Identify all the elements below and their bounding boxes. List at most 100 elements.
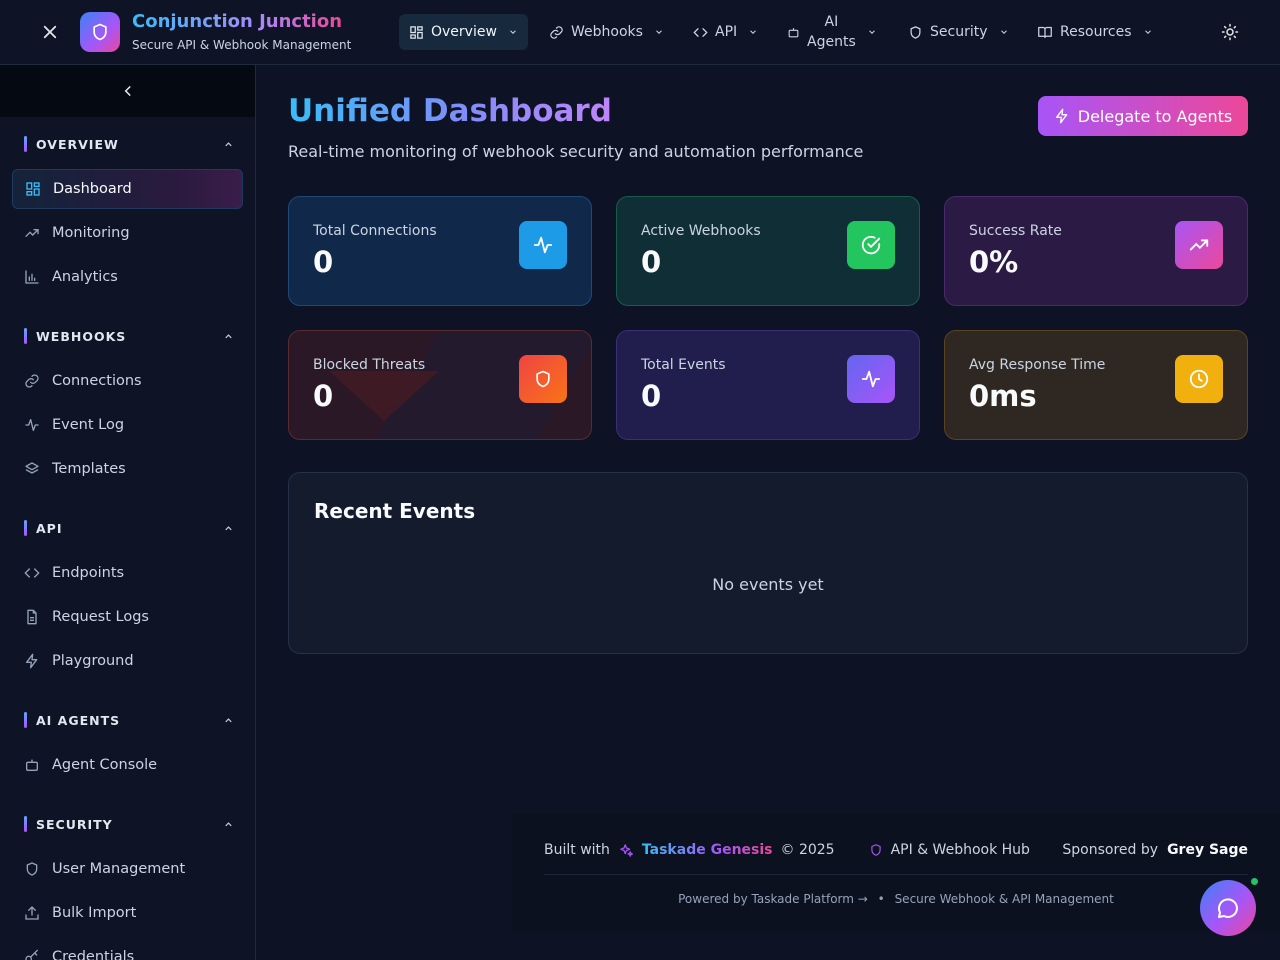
separator: • [877,892,885,906]
stat-value: 0 [641,245,662,279]
nav-overview[interactable]: Overview [399,14,528,50]
nav-label-line: AI [824,14,839,30]
nav-webhooks[interactable]: Webhooks [539,14,674,50]
bot-icon [26,759,38,771]
app-subtitle: Secure API & Webhook Management [132,38,352,52]
nav-label: Security [930,24,988,40]
shield-icon [870,844,881,856]
nav-security[interactable]: Security [898,14,1019,50]
sidebar-item-label: Playground [52,653,134,669]
stat-card-active-webhooks: Active Webhooks 0 [616,196,920,306]
nav-label-line: Agents [807,34,856,50]
stat-value: 0ms [969,379,1037,413]
bot-icon [788,27,799,37]
delegate-to-agents-button[interactable]: Delegate to Agents [1038,96,1248,136]
stat-label: Success Rate [969,223,1062,239]
link-icon [550,25,563,39]
sidebar-item-agent-console[interactable]: Agent Console [12,745,243,785]
nav-api[interactable]: API [683,14,768,50]
activity-icon [861,370,881,388]
chevron-up-icon [225,333,232,338]
file-text-icon [27,609,37,625]
stat-card-total-connections: Total Connections 0 [288,196,592,306]
sidebar-item-connections[interactable]: Connections [12,361,243,401]
shield-icon [93,23,107,41]
powered-by-link[interactable]: Powered by Taskade Platform → [678,892,868,906]
nav-resources[interactable]: Resources [1027,14,1163,50]
sidebar-item-credentials[interactable]: Credentials [12,937,243,960]
chat-button[interactable] [1200,880,1256,936]
online-indicator [1249,876,1260,887]
chevron-down-icon [656,30,662,34]
chevron-down-icon [868,30,875,34]
stat-icon-box [519,221,567,269]
nav-label: API [715,24,738,40]
stat-icon-box [1175,355,1223,403]
key-icon [25,949,38,960]
stat-value: 0% [969,245,1019,279]
recent-events-panel: Recent Events No events yet [288,472,1248,654]
stat-label: Avg Response Time [969,357,1106,373]
sidebar-item-user-management[interactable]: User Management [12,849,243,889]
delegate-label: Delegate to Agents [1077,106,1233,126]
sun-icon [1221,23,1239,41]
grid-icon [26,182,40,196]
footer: Built with Taskade Genesis © 2025 API & … [512,814,1280,932]
sidebar-section-ai-agents[interactable]: AI AGENTS [24,710,234,730]
sidebar-item-label: Endpoints [52,565,125,581]
sidebar-item-bulk-import[interactable]: Bulk Import [12,893,243,933]
chevron-down-icon [1000,30,1007,34]
sidebar-item-playground[interactable]: Playground [12,641,243,681]
stat-card-avg-response-time: Avg Response Time 0ms [944,330,1248,440]
clock-icon [1189,369,1209,389]
section-accent [24,136,27,152]
sidebar-item-dashboard[interactable]: Dashboard [12,169,243,209]
tagline: Secure Webhook & API Management [894,892,1114,906]
stat-card-blocked-threats: Blocked Threats 0 [288,330,592,440]
chevron-up-icon [225,141,232,146]
section-accent [24,328,27,344]
sidebar-item-label: Monitoring [52,225,130,241]
chevron-up-icon [225,717,232,722]
theme-toggle-button[interactable] [1216,18,1244,46]
nav-ai-agents[interactable]: AI Agents [777,10,887,54]
sidebar-item-request-logs[interactable]: Request Logs [12,597,243,637]
app-logo[interactable] [80,12,120,52]
shield-icon [26,862,38,876]
sidebar-item-event-log[interactable]: Event Log [12,405,243,445]
stat-card-total-events: Total Events 0 [616,330,920,440]
sidebar-section-api[interactable]: API [24,518,234,538]
sidebar-section-security[interactable]: SECURITY [24,814,234,834]
recent-events-title: Recent Events [314,499,476,523]
close-icon [43,25,57,39]
sidebar-item-label: User Management [52,861,186,877]
sidebar-item-endpoints[interactable]: Endpoints [12,553,243,593]
sidebar-item-label: Credentials [52,949,135,960]
sidebar-section-overview[interactable]: OVERVIEW [24,134,234,154]
nav-label: AI Agents [807,12,856,52]
stat-icon-box [847,355,895,403]
sidebar-section-webhooks[interactable]: WEBHOOKS [24,326,234,346]
sidebar-item-label: Templates [52,461,126,477]
shield-icon [536,370,550,388]
sidebar-collapse-button[interactable] [0,65,255,117]
code-icon [24,568,40,578]
hub-text: API & Webhook Hub [890,842,1030,858]
sidebar-item-monitoring[interactable]: Monitoring [12,213,243,253]
section-label: SECURITY [36,816,113,832]
sidebar-item-analytics[interactable]: Analytics [12,257,243,297]
sidebar-item-templates[interactable]: Templates [12,449,243,489]
nav-label: Overview [431,24,497,40]
section-label: WEBHOOKS [36,328,127,344]
section-accent [24,712,27,728]
page-subtitle: Real-time monitoring of webhook security… [288,142,864,161]
taskade-genesis-link[interactable]: Taskade Genesis [642,842,773,858]
stat-label: Total Connections [313,223,437,239]
sidebar-item-label: Event Log [52,417,125,433]
sponsor-link[interactable]: Grey Sage [1167,842,1248,858]
close-button[interactable] [36,18,64,46]
nav-label: Webhooks [571,24,643,40]
section-label: API [36,520,63,536]
stat-label: Total Events [641,357,726,373]
sparkles-icon [620,843,633,857]
